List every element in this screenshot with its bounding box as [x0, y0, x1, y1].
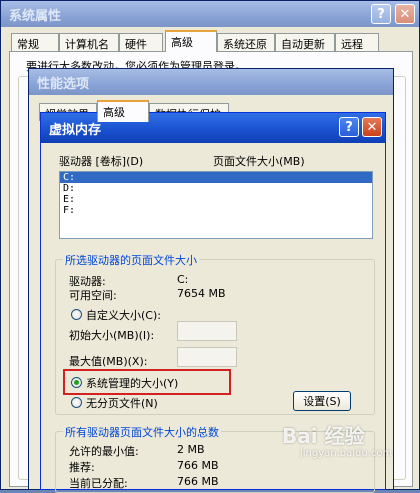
drive-list[interactable]: C: D: E: F:	[59, 171, 373, 239]
list-item[interactable]: D:	[60, 183, 372, 194]
recommended-value: 766 MB	[177, 459, 219, 472]
tab-auto-update[interactable]: 自动更新	[275, 33, 335, 51]
recommended-label: 推荐:	[69, 461, 95, 474]
close-icon[interactable]: ✕	[395, 4, 415, 24]
initial-size-label: 初始大小(MB)(I):	[69, 329, 155, 342]
list-item[interactable]: E:	[60, 194, 372, 205]
min-allowed-label: 允许的最小值:	[69, 445, 139, 458]
min-allowed-value: 2 MB	[177, 443, 205, 456]
virtual-memory-titlebar[interactable]: 虚拟内存 ? ✕	[41, 113, 385, 143]
performance-options-titlebar[interactable]: 性能选项	[29, 69, 393, 95]
help-icon[interactable]: ?	[371, 4, 391, 24]
watermark-brand: Bai 经验	[282, 424, 365, 448]
close-icon[interactable]: ✕	[362, 117, 382, 137]
tab-hardware[interactable]: 硬件	[119, 33, 163, 51]
performance-options-title: 性能选项	[37, 76, 90, 92]
custom-size-label[interactable]: 自定义大小(C):	[86, 307, 161, 323]
free-space-label: 可用空间:	[69, 289, 117, 302]
set-button[interactable]: 设置(S)	[293, 391, 351, 411]
drive-column-header: 驱动器 [卷标](D)	[59, 155, 144, 168]
size-column-header: 页面文件大小(MB)	[213, 155, 305, 168]
total-group-title: 所有驱动器页面文件大小的总数	[63, 424, 221, 440]
current-allocated-value: 766 MB	[177, 475, 219, 488]
custom-size-radio[interactable]	[71, 309, 82, 320]
no-paging-radio[interactable]	[71, 397, 82, 408]
tab-perf-advanced[interactable]: 高级	[97, 100, 149, 122]
virtual-memory-title: 虚拟内存	[49, 122, 102, 138]
max-size-input[interactable]	[177, 347, 237, 367]
current-allocated-label: 当前已分配:	[69, 477, 128, 490]
drive-value: C:	[177, 273, 189, 286]
free-space-value: 7654 MB	[177, 287, 226, 300]
watermark-url: jingyan.baidu.com	[300, 448, 393, 459]
highlight-box	[63, 369, 231, 395]
system-properties-titlebar[interactable]: 系统属性 ? ✕	[1, 1, 419, 27]
no-paging-label[interactable]: 无分页文件(N)	[86, 395, 158, 411]
max-size-label: 最大值(MB)(X):	[69, 355, 148, 368]
tab-general[interactable]: 常规	[11, 33, 59, 51]
tab-remote[interactable]: 远程	[335, 33, 379, 51]
system-properties-title: 系统属性	[9, 8, 62, 24]
list-item[interactable]: C:	[60, 172, 372, 183]
tab-advanced[interactable]: 高级	[165, 30, 217, 52]
selected-drive-group-title: 所选驱动器的页面文件大小	[63, 252, 199, 268]
tab-system-restore[interactable]: 系统还原	[217, 33, 275, 51]
tab-computer-name[interactable]: 计算机名	[59, 33, 119, 51]
list-item[interactable]: F:	[60, 205, 372, 216]
initial-size-input[interactable]	[177, 321, 237, 341]
help-icon[interactable]: ?	[339, 117, 359, 137]
